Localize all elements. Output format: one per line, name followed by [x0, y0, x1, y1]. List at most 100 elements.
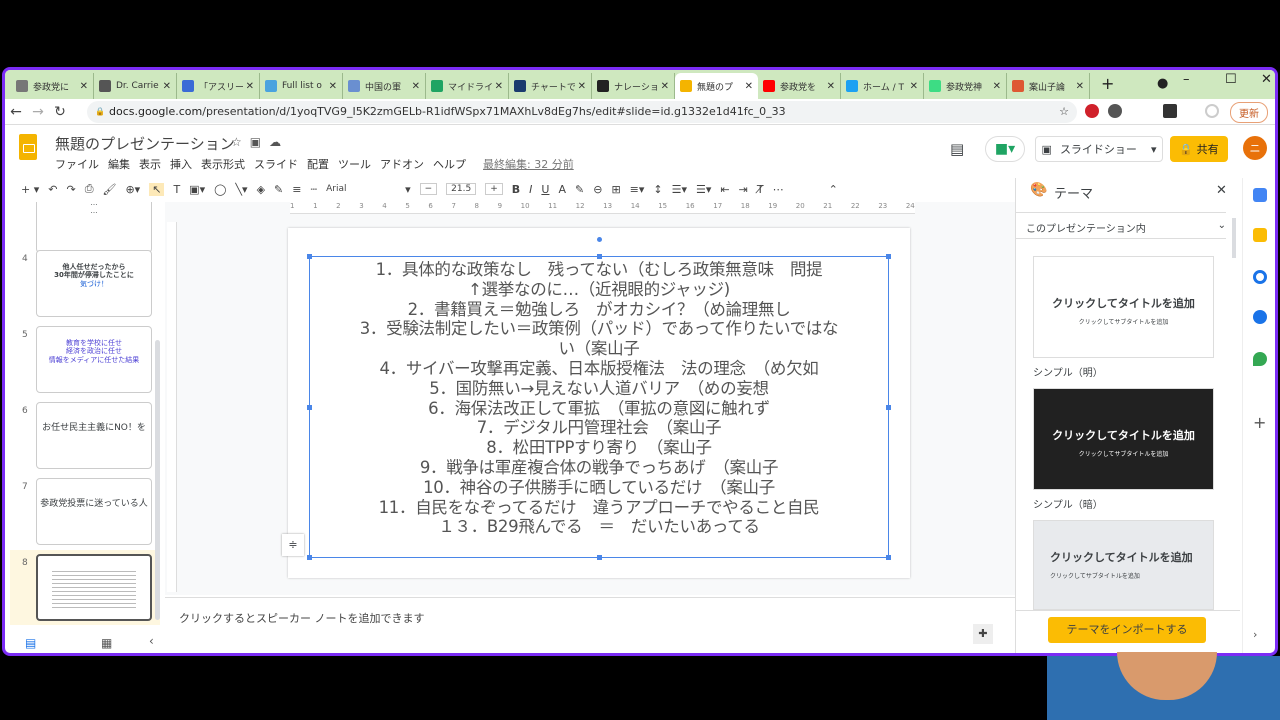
print-icon[interactable]: ⎙ — [85, 182, 94, 196]
border-weight-icon[interactable]: ≡ — [292, 183, 301, 196]
menu-item[interactable]: スライド — [254, 156, 298, 172]
decrease-indent-icon[interactable]: ⇤ — [720, 183, 729, 196]
back-icon[interactable]: ← — [5, 104, 27, 120]
select-tool-icon[interactable]: ↖ — [149, 182, 165, 196]
fill-color-icon[interactable]: ◈ — [257, 183, 265, 196]
text-color-icon[interactable]: A — [558, 183, 566, 196]
align-icon[interactable]: ≡▾ — [630, 183, 645, 196]
keep-icon[interactable] — [1253, 228, 1267, 242]
new-tab-button[interactable]: + — [1101, 74, 1114, 93]
clear-format-icon[interactable]: T̸ — [757, 183, 764, 196]
browser-tab[interactable]: 参政党に ✕ — [11, 73, 94, 99]
import-theme-button[interactable]: テーマをインポートする — [1048, 617, 1206, 643]
menu-item[interactable]: ヘルプ — [433, 156, 466, 172]
extension-icon[interactable] — [1108, 104, 1122, 118]
reload-icon[interactable]: ↻ — [49, 104, 71, 120]
close-tab-icon[interactable]: ✕ — [163, 81, 171, 92]
close-panel-icon[interactable]: ✕ — [1216, 183, 1227, 198]
account-avatar[interactable]: ニ — [1243, 136, 1267, 160]
new-slide-button[interactable]: + ▾ — [21, 183, 39, 196]
underline-icon[interactable]: U — [541, 183, 549, 196]
collapse-toolbar-icon[interactable]: ⌃ — [829, 183, 838, 196]
filmstrip-scrollbar[interactable] — [155, 340, 160, 620]
close-tab-icon[interactable]: ✕ — [661, 81, 669, 92]
slide-thumbnail[interactable]: お任せ民主主義にNO！を — [36, 402, 152, 469]
maps-icon[interactable] — [1253, 352, 1267, 366]
close-tab-icon[interactable]: ✕ — [1076, 81, 1084, 92]
font-dropdown-icon[interactable]: ▾ — [405, 183, 411, 196]
contacts-icon[interactable] — [1253, 310, 1267, 324]
highlight-icon[interactable]: ✎ — [575, 183, 584, 196]
vertical-ruler[interactable] — [167, 222, 177, 592]
menu-item[interactable]: 配置 — [307, 156, 329, 172]
collapse-filmstrip-icon[interactable]: ‹ — [149, 634, 154, 648]
border-color-icon[interactable]: ✎ — [274, 183, 283, 196]
browser-tab[interactable]: チャートで ✕ — [509, 73, 592, 99]
slideshow-button[interactable]: ▣ スライドショー ▾ — [1035, 136, 1163, 162]
theme-option[interactable]: クリックしてタイトルを追加 クリックしてサブタイトルを追加 — [1033, 256, 1214, 358]
slide-thumbnail[interactable]: 他人任せだったから 30年間が停滞したことに 気づけ！ — [36, 250, 152, 317]
puzzle-icon[interactable] — [1163, 104, 1177, 118]
browser-tab[interactable]: ホーム / T ✕ — [841, 73, 924, 99]
border-dash-icon[interactable]: ┄ — [310, 183, 317, 196]
browser-tab[interactable]: 中国の軍 ✕ — [343, 73, 426, 99]
share-button[interactable]: 🔒 共有 — [1170, 136, 1228, 162]
horizontal-ruler[interactable]: 1 1 2 3 4 5 6 7 8 9 10 11 12 13 14 15 16 17 18 19 20 21 22 23 24 — [290, 202, 915, 214]
close-tab-icon[interactable]: ✕ — [745, 81, 753, 92]
browser-tab[interactable]: 参政党を ✕ — [758, 73, 841, 99]
font-size-increase[interactable]: + — [485, 183, 503, 195]
browser-tab[interactable]: マイドライ ✕ — [426, 73, 509, 99]
paint-format-icon[interactable]: 🖌 — [103, 183, 117, 196]
title-icons[interactable]: ☆▣☁ — [231, 135, 289, 149]
text-box[interactable]: 1．具体的な政策なし 残ってない（むしろ政策無意味 問提 ↑選挙なのに…（近視眼的… — [282, 237, 891, 560]
rotate-handle[interactable] — [597, 237, 602, 242]
line-icon[interactable]: ╲▾ — [235, 183, 247, 196]
redo-icon[interactable]: ↷ — [66, 183, 75, 196]
bookmark-star-icon[interactable]: ☆ — [1059, 101, 1069, 123]
font-size-input[interactable]: 21.5 — [446, 183, 477, 195]
font-size-decrease[interactable]: − — [419, 183, 438, 195]
shape-icon[interactable]: ◯ — [214, 183, 226, 196]
slide[interactable]: 1．具体的な政策なし 残ってない（むしろ政策無意味 問提 ↑選挙なのに…（近視眼的… — [282, 228, 910, 578]
update-button[interactable]: 更新 — [1230, 102, 1268, 123]
slide-thumbnail[interactable]: 参政党投票に迷っている人 — [36, 478, 152, 545]
close-tab-icon[interactable]: ✕ — [578, 81, 586, 92]
explore-icon[interactable]: ✚ — [973, 624, 993, 644]
close-tab-icon[interactable]: ✕ — [80, 81, 88, 92]
browser-tab[interactable]: 「アスリー ✕ — [177, 73, 260, 99]
line-spacing-icon[interactable]: ↕ — [653, 183, 662, 196]
document-title[interactable]: 無題のプレゼンテーション — [55, 133, 235, 154]
calendar-icon[interactable] — [1253, 188, 1267, 202]
add-addon-icon[interactable]: + — [1253, 415, 1267, 431]
forward-icon[interactable]: → — [27, 104, 49, 120]
browser-tab[interactable]: 案山子論 ✕ — [1007, 73, 1090, 99]
browser-tab[interactable]: 無題のプ ✕ — [675, 73, 758, 99]
italic-icon[interactable]: I — [529, 183, 532, 196]
theme-option[interactable]: クリックしてタイトルを追加 クリックしてサブタイトルを追加 — [1033, 388, 1214, 490]
meet-icon[interactable]: ■▾ — [985, 136, 1025, 162]
speaker-notes[interactable]: クリックするとスピーカー ノートを追加できます ✚ — [165, 597, 1015, 653]
browser-tab[interactable]: 参政党神 ✕ — [924, 73, 1007, 99]
slide-thumbnail[interactable] — [36, 554, 152, 621]
tasks-icon[interactable] — [1253, 270, 1267, 284]
menu-item[interactable]: 表示 — [139, 156, 161, 172]
expand-side-icon[interactable]: › — [1253, 628, 1267, 642]
close-tab-icon[interactable]: ✕ — [246, 81, 254, 92]
undo-icon[interactable]: ↶ — [48, 183, 57, 196]
maximize-button[interactable]: ☐ — [1225, 72, 1237, 87]
url-field[interactable]: 🔒 docs.google.com/presentation/d/1yoqTVG9… — [87, 101, 1077, 123]
theme-scope-select[interactable]: このプレゼンテーション内 ⌄ — [1016, 212, 1226, 239]
bulleted-list-icon[interactable]: ☰▾ — [672, 183, 687, 196]
profile-avatar[interactable] — [1205, 104, 1219, 118]
comments-icon[interactable]: ▤ — [950, 136, 964, 162]
last-edit-link[interactable]: 最終編集: 32 分前 — [483, 156, 574, 172]
minimize-button[interactable]: – — [1183, 72, 1190, 87]
zoom-icon[interactable]: ⊕▾ — [125, 183, 140, 196]
close-tab-icon[interactable]: ✕ — [412, 81, 420, 92]
close-tab-icon[interactable]: ✕ — [993, 81, 1001, 92]
slide-thumbnail[interactable]: 教育を学校に任せ 経済を政治に任せ 情報をメディアに任せた結果 — [36, 326, 152, 393]
browser-tab[interactable]: Dr. Carrie ✕ — [94, 73, 177, 99]
menu-item[interactable]: 表示形式 — [201, 156, 245, 172]
slide-thumbnail[interactable]: …… — [36, 202, 152, 253]
close-tab-icon[interactable]: ✕ — [495, 81, 503, 92]
